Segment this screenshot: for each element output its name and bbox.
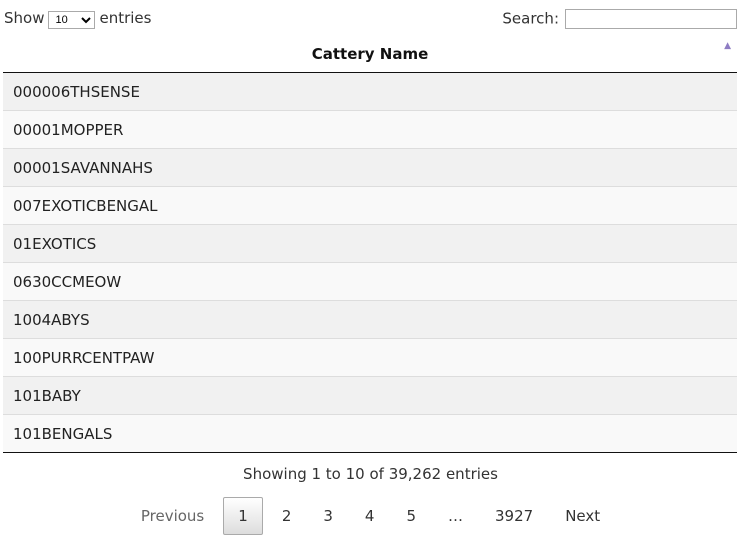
page-button[interactable]: 5 [393, 497, 429, 535]
page-button[interactable]: 1 [223, 497, 263, 535]
table-row: 101BENGALS [3, 414, 737, 453]
cattery-name-cell: 101BENGALS [3, 414, 737, 453]
cattery-name-cell: 00001MOPPER [3, 110, 737, 149]
table-row: 007EXOTICBENGAL [3, 186, 737, 225]
search-input[interactable] [565, 9, 737, 29]
cattery-table: Cattery Name ▲ 000006THSENSE 00001MOPPER 00… [3, 35, 737, 453]
pagination-ellipsis: … [448, 507, 463, 525]
length-control: Show 10 entries [4, 9, 151, 29]
cattery-name-cell: 00001SAVANNAHS [3, 148, 737, 187]
previous-button[interactable]: Previous [128, 497, 217, 535]
cattery-name-cell: 100PURRCENTPAW [3, 338, 737, 377]
page-button[interactable]: 3927 [482, 497, 546, 535]
cattery-name-cell: 01EXOTICS [3, 224, 737, 263]
entries-label: entries [99, 9, 152, 27]
table-row: 101BABY [3, 376, 737, 415]
cattery-name-cell: 007EXOTICBENGAL [3, 186, 737, 225]
table-controls: Show 10 entries Search: [4, 8, 737, 30]
table-row: 1004ABYS [3, 300, 737, 339]
cattery-name-cell: 0630CCMEOW [3, 262, 737, 301]
page-button[interactable]: 3 [310, 497, 346, 535]
entries-select[interactable]: 10 [48, 11, 96, 29]
sort-ascending-icon: ▲ [724, 41, 731, 51]
table-row: 00001MOPPER [3, 110, 737, 149]
table-row: 100PURRCENTPAW [3, 338, 737, 377]
next-button[interactable]: Next [552, 497, 613, 535]
page-button[interactable]: 4 [352, 497, 388, 535]
table-row: 00001SAVANNAHS [3, 148, 737, 187]
search-label: Search: [502, 9, 559, 28]
show-label: Show [4, 9, 45, 27]
table-row: 01EXOTICS [3, 224, 737, 263]
pagination: Previous 1 2 3 4 5 … 3927 Next [0, 497, 741, 535]
search-control: Search: [502, 9, 737, 29]
cattery-name-cell: 1004ABYS [3, 300, 737, 339]
page-button[interactable]: 2 [269, 497, 305, 535]
cattery-name-cell: 000006THSENSE [3, 72, 737, 111]
column-header-cattery-name[interactable]: Cattery Name ▲ [3, 35, 737, 73]
table-row: 0630CCMEOW [3, 262, 737, 301]
cattery-name-cell: 101BABY [3, 376, 737, 415]
table-row: 000006THSENSE [3, 72, 737, 111]
table-info: Showing 1 to 10 of 39,262 entries [243, 465, 498, 483]
